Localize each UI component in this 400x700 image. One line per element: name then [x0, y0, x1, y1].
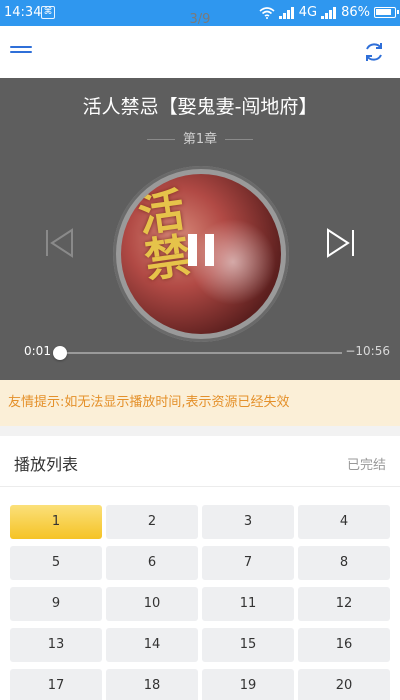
episode-button[interactable]: 3 [202, 505, 294, 539]
episode-button[interactable]: 10 [106, 587, 198, 621]
episode-button[interactable]: 5 [10, 546, 102, 580]
episode-button[interactable]: 11 [202, 587, 294, 621]
remaining-time: −10:56 [345, 344, 390, 358]
playlist-title: 播放列表 [14, 455, 79, 474]
skip-previous-icon[interactable] [44, 228, 76, 258]
album-cover: 活禁 [121, 174, 281, 334]
tip-banner: 友情提示:如无法显示播放时间,表示资源已经失效 [0, 380, 400, 426]
episode-button[interactable]: 8 [298, 546, 390, 580]
progress-knob[interactable] [53, 346, 67, 360]
episode-button[interactable]: 7 [202, 546, 294, 580]
chapter-text: 第1章 [182, 132, 218, 147]
episode-button[interactable]: 13 [10, 628, 102, 662]
episode-button[interactable]: 20 [298, 669, 390, 700]
episode-grid-container: 1 2 3 4 5 6 7 8 9 10 11 12 13 14 15 16 17 18 19 20 [0, 487, 400, 700]
episode-grid: 1 2 3 4 5 6 7 8 9 10 11 12 13 14 15 16 17 18 19 20 [10, 505, 390, 700]
episode-button[interactable]: 15 [202, 628, 294, 662]
episode-button[interactable]: 6 [106, 546, 198, 580]
episode-button[interactable]: 4 [298, 505, 390, 539]
audio-player: 活人禁忌【娶鬼妻-闯地府】 第1章 活禁 0:01 −10:56 [0, 78, 400, 380]
episode-button[interactable]: 14 [106, 628, 198, 662]
menu-icon[interactable] [10, 46, 32, 58]
page-indicator: 3/9 [189, 12, 211, 27]
cover-art-calligraphy: 活禁 [134, 182, 195, 288]
toolbar [0, 26, 400, 78]
episode-button[interactable]: 16 [298, 628, 390, 662]
episode-button[interactable]: 1 [10, 505, 102, 539]
skip-next-icon[interactable] [324, 228, 356, 258]
status-bar: 14:34 ⌘ 4G 86% 3/9 [0, 0, 400, 27]
episode-button[interactable]: 19 [202, 669, 294, 700]
episode-button[interactable]: 9 [10, 587, 102, 621]
chapter-label: 第1章 [0, 128, 400, 147]
album-disc: 活禁 [113, 166, 289, 342]
progress-bar[interactable] [60, 352, 342, 354]
album-title: 活人禁忌【娶鬼妻-闯地府】 [82, 96, 318, 118]
current-time: 0:01 [24, 344, 51, 358]
episode-button[interactable]: 17 [10, 669, 102, 700]
playlist-header: 播放列表 已完结 [0, 436, 400, 487]
playlist-status: 已完结 [346, 458, 386, 473]
episode-button[interactable]: 12 [298, 587, 390, 621]
episode-button[interactable]: 2 [106, 505, 198, 539]
pause-icon[interactable] [185, 234, 217, 266]
refresh-icon[interactable] [362, 40, 386, 64]
episode-button[interactable]: 18 [106, 669, 198, 700]
